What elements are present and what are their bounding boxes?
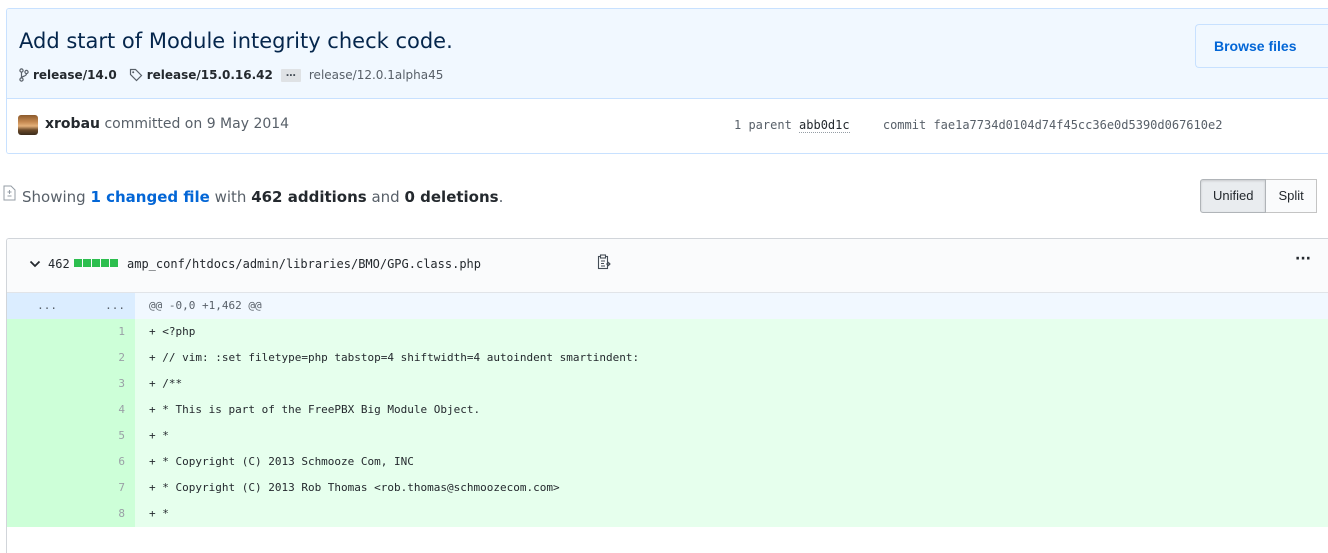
hunk-expand-left[interactable]: ... — [7, 293, 67, 319]
summary-period: . — [498, 188, 504, 206]
diff-line-row: 2 + // vim: :set filetype=php tabstop=4 s… — [7, 345, 1328, 371]
diff-line-row: 7 + * Copyright (C) 2013 Rob Thomas <rob.… — [7, 475, 1328, 501]
diff-line-code: + // vim: :set filetype=php tabstop=4 sh… — [149, 351, 640, 364]
changed-files-link[interactable]: 1 changed file — [90, 188, 209, 206]
new-line-number[interactable]: 1 — [67, 319, 135, 345]
additions-count: 462 additions — [251, 188, 367, 206]
unified-button[interactable]: Unified — [1200, 179, 1267, 213]
summary-with: with — [214, 188, 247, 206]
old-line-number[interactable] — [7, 423, 67, 449]
commit-sha: fae1a7734d0104d74f45cc36e0d5390d067610e2 — [933, 118, 1223, 132]
file-change-count: 462 — [48, 257, 70, 271]
old-line-number[interactable] — [7, 371, 67, 397]
old-line-number[interactable] — [7, 501, 67, 527]
file-diff-icon — [3, 185, 16, 205]
file-header: 462 amp_conf/htdocs/admin/libraries/BMO/… — [7, 239, 1328, 293]
old-line-number[interactable] — [7, 449, 67, 475]
diff-line-row: 5 + * — [7, 423, 1328, 449]
browse-files-button[interactable]: Browse files — [1195, 24, 1328, 68]
tag-item[interactable]: release/15.0.16.42 — [129, 68, 273, 82]
commit-box: Add start of Module integrity check code… — [6, 8, 1328, 154]
tag-label-last[interactable]: release/12.0.1alpha45 — [309, 68, 444, 82]
diff-summary-text: Showing 1 changed file with 462 addition… — [22, 188, 503, 206]
commit-header: Add start of Module integrity check code… — [7, 9, 1328, 99]
split-button[interactable]: Split — [1266, 179, 1317, 213]
old-line-number[interactable] — [7, 475, 67, 501]
diffstat-blocks — [74, 259, 118, 267]
author-name[interactable]: xrobau — [45, 116, 100, 132]
diff-line-row: 8 + * — [7, 501, 1328, 527]
diffstat-block — [110, 259, 118, 267]
new-line-number[interactable]: 4 — [67, 397, 135, 423]
diff-view-toggle: Unified Split — [1200, 179, 1317, 213]
diff-line-code: + * Copyright (C) 2013 Rob Thomas <rob.t… — [149, 481, 560, 494]
summary-prefix: Showing — [22, 188, 86, 206]
diff-table: ... ... @@ -0,0 +1,462 @@ 1 + <?php 2 + // … — [7, 293, 1328, 527]
diff-line-code: + /** — [149, 377, 183, 390]
parent-sha-link[interactable]: abb0d1c — [799, 118, 850, 133]
commit-label: commit — [882, 118, 927, 132]
hunk-expand-right[interactable]: ... — [67, 293, 135, 319]
diff-line-row: 1 + <?php — [7, 319, 1328, 345]
diffstat-block — [101, 259, 109, 267]
more-options-button[interactable]: ··· — [1295, 251, 1311, 267]
parent-label: 1 parent — [734, 118, 792, 132]
old-line-number[interactable] — [7, 397, 67, 423]
diff-line-row: 6 + * Copyright (C) 2013 Schmooze Com, IN… — [7, 449, 1328, 475]
new-line-number[interactable]: 5 — [67, 423, 135, 449]
summary-and: and — [371, 188, 400, 206]
commit-meta: xrobau committed on 9 May 2014 1 parent … — [7, 99, 1328, 153]
file-diff: 462 amp_conf/htdocs/admin/libraries/BMO/… — [6, 238, 1328, 553]
new-line-number[interactable]: 3 — [67, 371, 135, 397]
branch-item[interactable]: release/14.0 — [19, 68, 117, 82]
diff-line-code: + * This is part of the FreePBX Big Modu… — [149, 403, 481, 416]
new-line-number[interactable]: 6 — [67, 449, 135, 475]
diff-line-code: + <?php — [149, 325, 196, 338]
deletions-count: 0 deletions — [404, 188, 499, 206]
diff-line-row: 4 + * This is part of the FreePBX Big Mod… — [7, 397, 1328, 423]
clipboard-icon[interactable] — [597, 254, 611, 273]
old-line-number[interactable] — [7, 319, 67, 345]
tag-label: release/15.0.16.42 — [146, 68, 273, 82]
file-path-link[interactable]: amp_conf/htdocs/admin/libraries/BMO/GPG.… — [127, 257, 481, 271]
diffstat-block — [92, 259, 100, 267]
expand-tags-button[interactable]: … — [280, 68, 301, 82]
new-line-number[interactable]: 8 — [67, 501, 135, 527]
diff-summary-bar: Showing 1 changed file with 462 addition… — [0, 174, 1328, 222]
diffstat-block — [74, 259, 82, 267]
diffstat-block — [83, 259, 91, 267]
hunk-header: @@ -0,0 +1,462 @@ — [149, 299, 262, 312]
commit-title: Add start of Module integrity check code… — [19, 29, 453, 53]
diff-line-row: 3 + /** — [7, 371, 1328, 397]
hunk-header-row: ... ... @@ -0,0 +1,462 @@ — [7, 293, 1328, 319]
branch-list: release/14.0 release/15.0.16.42 … releas… — [19, 68, 443, 82]
old-line-number[interactable] — [7, 345, 67, 371]
diff-line-code: + * Copyright (C) 2013 Schmooze Com, INC — [149, 455, 414, 468]
tag-icon — [129, 68, 143, 82]
diff-line-code: + * — [149, 507, 169, 520]
author-line: xrobau committed on 9 May 2014 — [45, 116, 289, 132]
new-line-number[interactable]: 2 — [67, 345, 135, 371]
chevron-down-icon[interactable] — [29, 258, 41, 272]
diff-line-code: + * — [149, 429, 169, 442]
branch-label: release/14.0 — [33, 68, 117, 82]
new-line-number[interactable]: 7 — [67, 475, 135, 501]
avatar[interactable] — [18, 115, 38, 135]
git-branch-icon — [19, 68, 29, 82]
commit-shas: 1 parent abb0d1c commit fae1a7734d0104d7… — [734, 118, 1223, 133]
committed-date: committed on 9 May 2014 — [104, 116, 290, 132]
